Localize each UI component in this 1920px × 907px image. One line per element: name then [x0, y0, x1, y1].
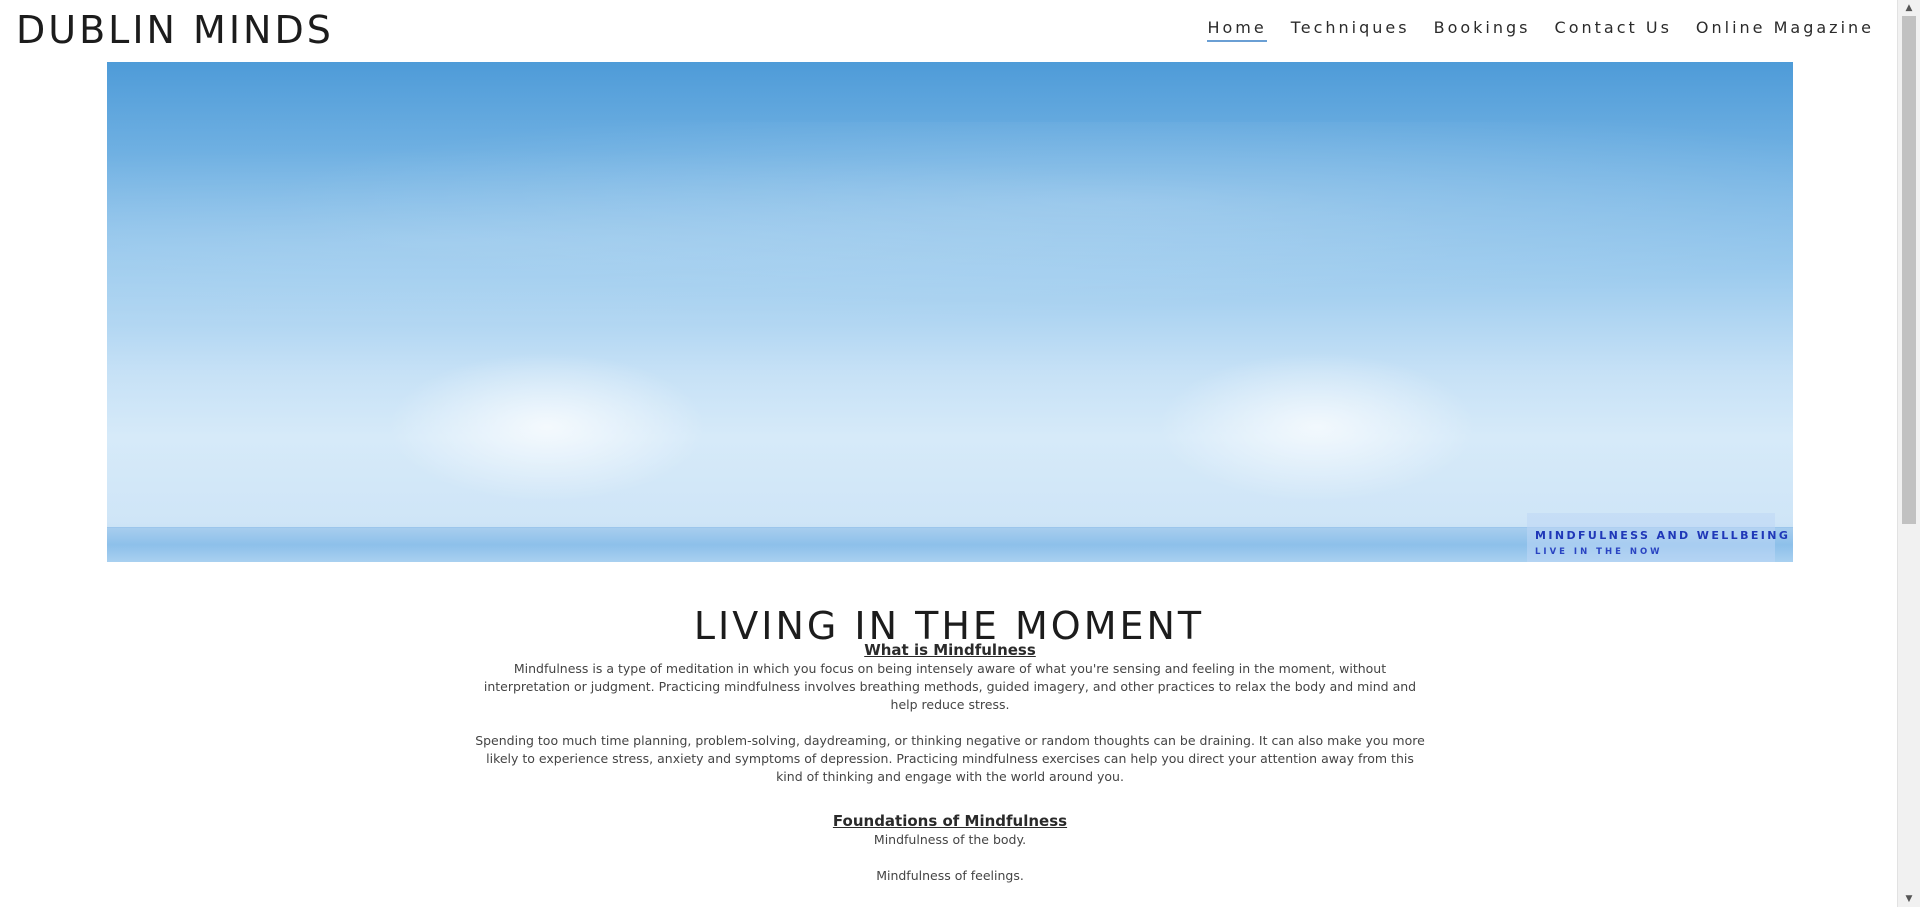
hero-caption-box: MINDFULNESS AND WELLBEING LIVE IN THE NO… [1527, 513, 1788, 562]
paragraph: Mindfulness of feelings. [876, 868, 1024, 883]
nav-item-online-magazine[interactable]: Online Magazine [1696, 18, 1874, 42]
main-nav: Home Techniques Bookings Contact Us Onli… [1183, 18, 1874, 42]
section-heading: What is Mindfulness [864, 641, 1036, 659]
section-heading: Foundations of Mindfulness [832, 812, 1068, 830]
nav-item-techniques[interactable]: Techniques [1291, 18, 1410, 42]
scroll-up-arrow-icon[interactable]: ▲ [1898, 0, 1920, 16]
paragraph: Mindfulness is a type of meditation in w… [483, 661, 1417, 712]
nav-item-contact-us[interactable]: Contact Us [1555, 18, 1672, 42]
hero-light-glow [1157, 352, 1477, 502]
vertical-scrollbar[interactable]: ▲ ▼ [1897, 0, 1920, 907]
section-what-is-mindfulness: What is Mindfulness Mindfulness is a typ… [474, 640, 1426, 786]
scroll-down-arrow-icon[interactable]: ▼ [1898, 891, 1920, 907]
paragraph: Mindfulness of the body. [873, 832, 1027, 847]
hero-banner: MINDFULNESS AND WELLBEING LIVE IN THE NO… [107, 62, 1793, 562]
paragraph: Spending too much time planning, problem… [475, 733, 1425, 784]
hero-caption-subtitle: LIVE IN THE NOW [1535, 547, 1663, 557]
site-header: DUBLIN MINDS Home Techniques Bookings Co… [0, 0, 1898, 62]
hero-light-glow [387, 352, 707, 502]
nav-item-bookings[interactable]: Bookings [1434, 18, 1531, 42]
site-logo-text[interactable]: DUBLIN MINDS [16, 6, 334, 54]
page: DUBLIN MINDS Home Techniques Bookings Co… [0, 0, 1920, 907]
nav-item-home[interactable]: Home [1207, 18, 1267, 42]
hero-sky-clouds [107, 122, 1793, 322]
scrollbar-thumb[interactable] [1902, 16, 1916, 524]
hero-caption-title: MINDFULNESS AND WELLBEING [1535, 529, 1791, 542]
section-foundations-of-mindfulness: Foundations of Mindfulness Mindfulness o… [474, 811, 1426, 885]
